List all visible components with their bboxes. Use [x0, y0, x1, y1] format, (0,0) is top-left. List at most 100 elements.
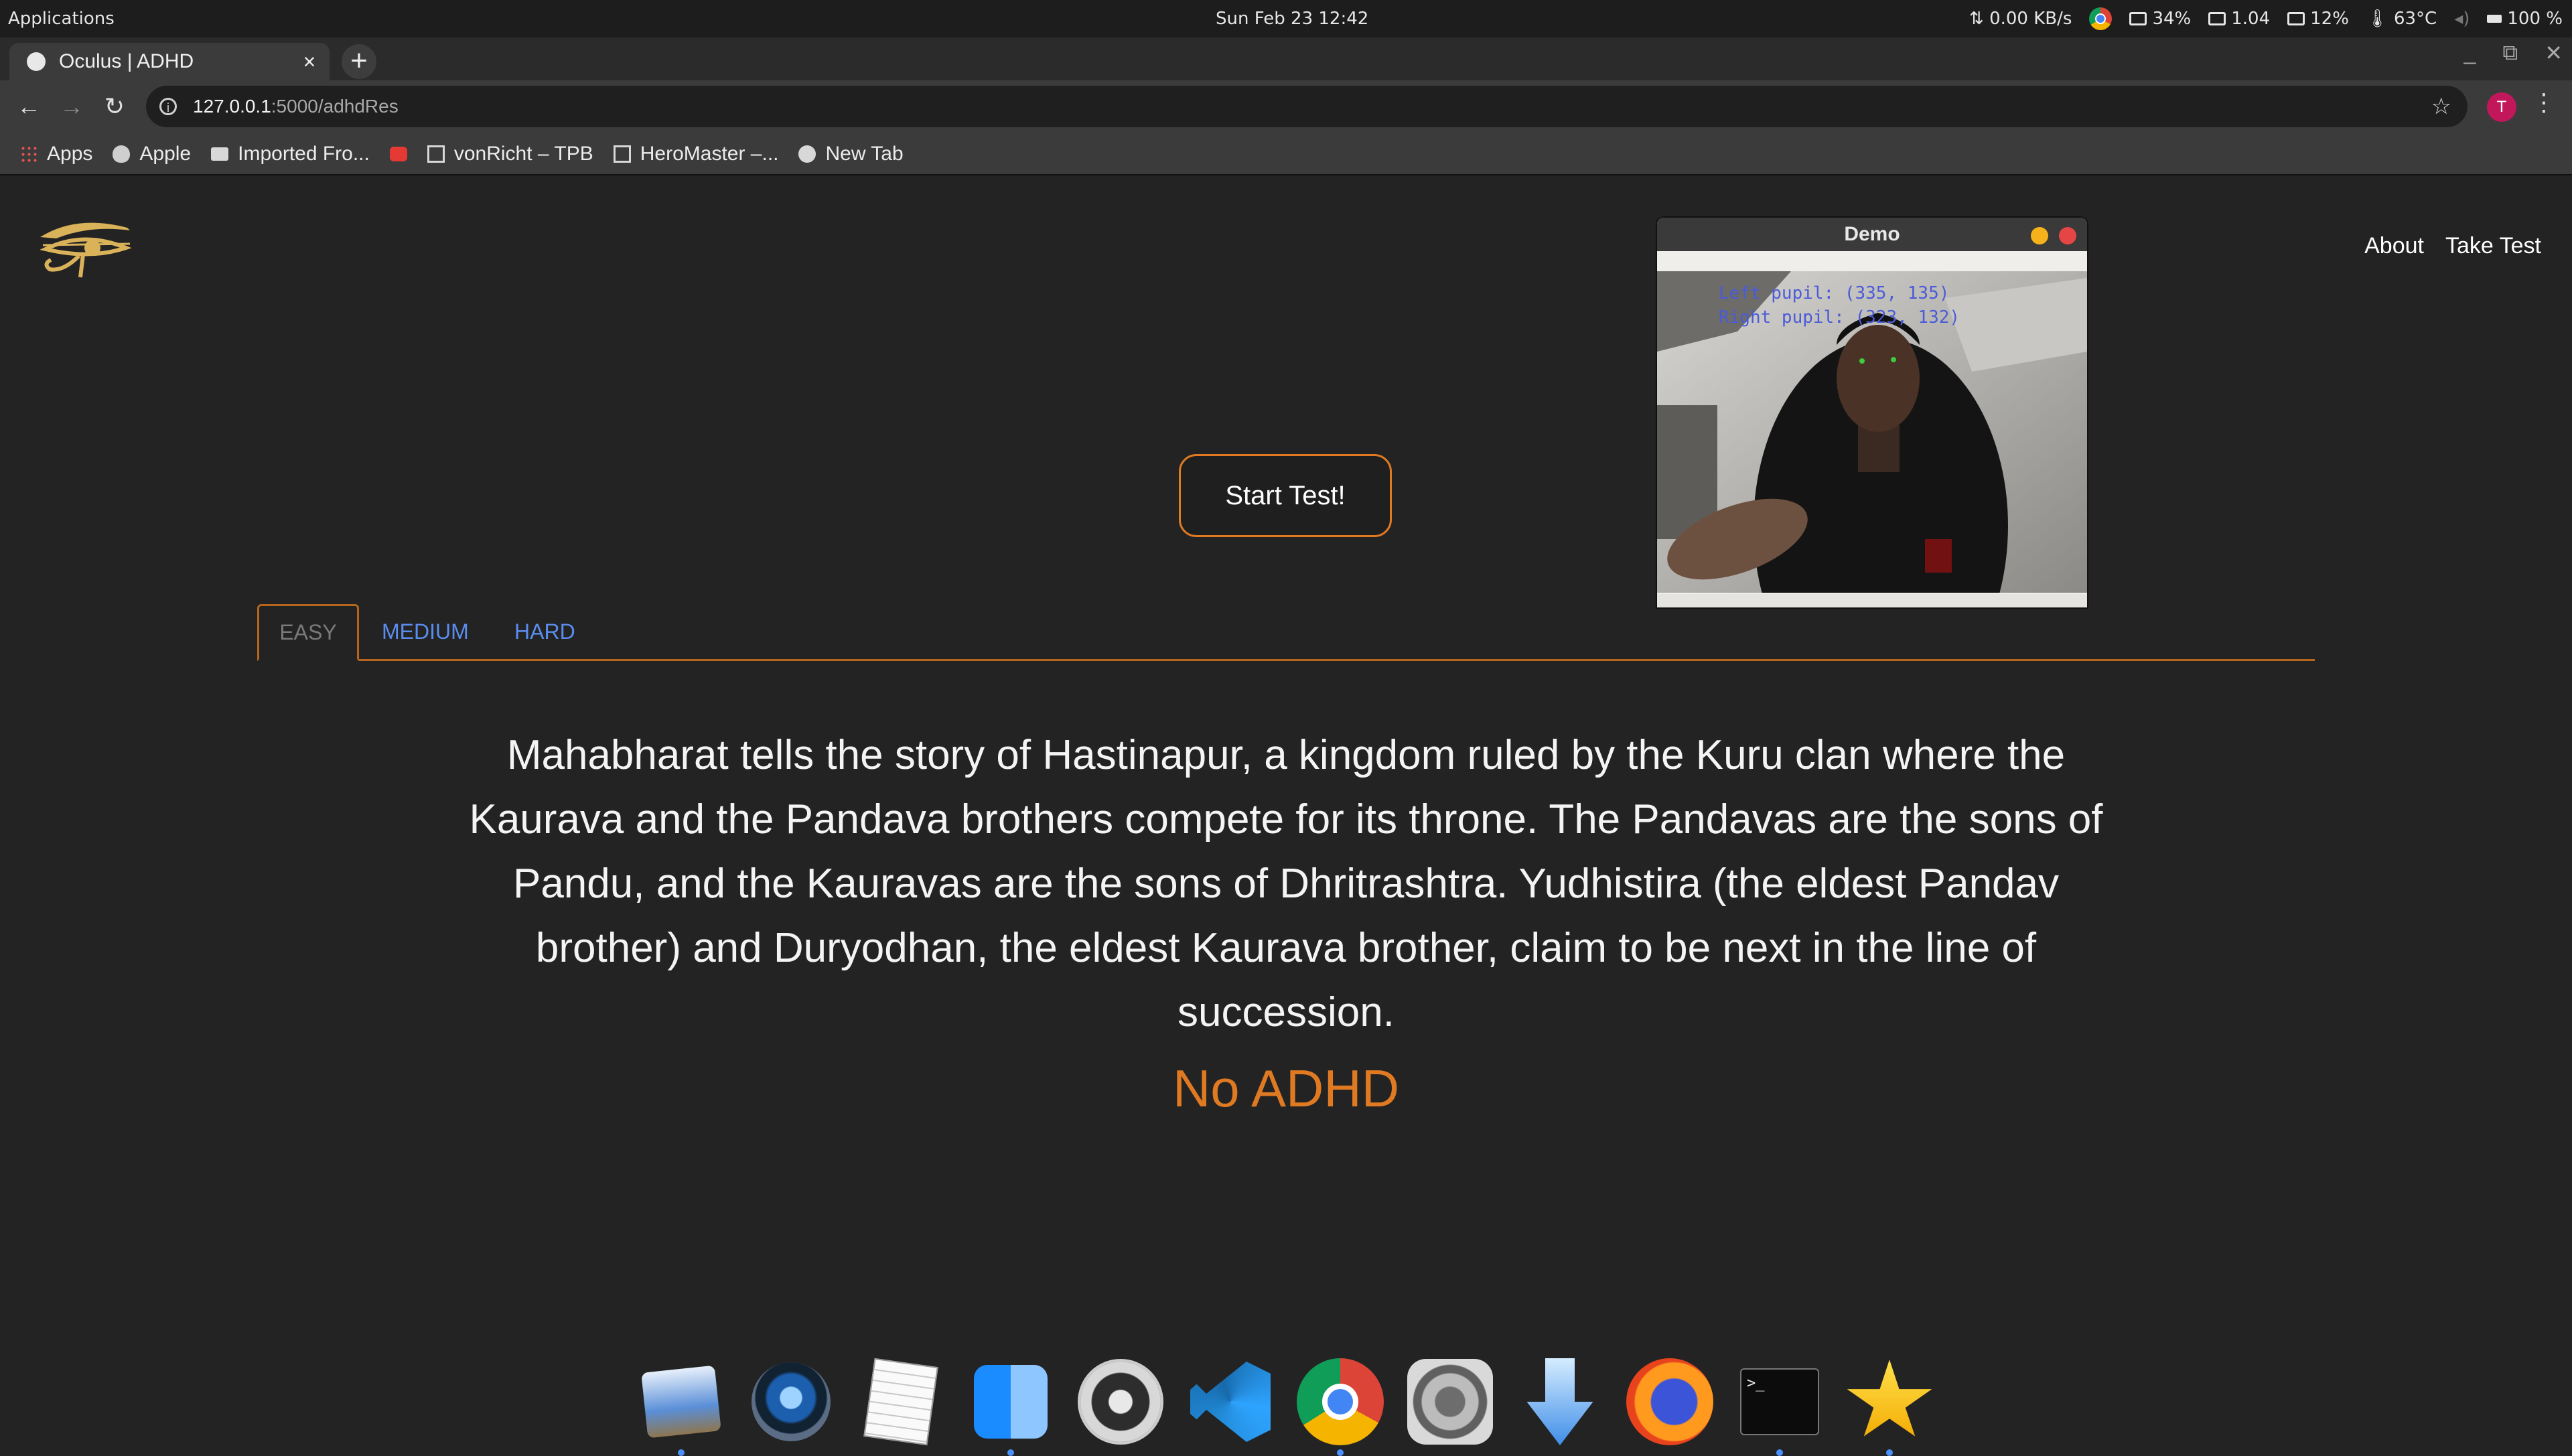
- running-indicator: [1776, 1449, 1783, 1456]
- youtube-icon: [389, 147, 407, 161]
- system-preferences-icon[interactable]: [1405, 1357, 1495, 1447]
- demo-webcam-window[interactable]: Demo Left pupil: (335, 135) Right pupil:…: [1657, 218, 2087, 607]
- chrome-icon[interactable]: [1295, 1357, 1385, 1456]
- volume-icon[interactable]: ◂): [2454, 9, 2470, 29]
- system-stats: ⇅ 0.00 KB/s 34% 1.04 12% 🌡 63°C ◂) 100 %: [1969, 7, 2563, 30]
- demo-status-bar: [1657, 594, 2087, 607]
- page-icon: [613, 145, 631, 163]
- finder-icon[interactable]: [966, 1357, 1056, 1456]
- bookmark-label: New Tab: [825, 143, 904, 165]
- browser-toolbar: ← → ↻ i 127.0.0.1 :5000/adhdRes ☆ T ⋮: [0, 80, 2572, 134]
- minimize-window-icon[interactable]: _: [2464, 40, 2476, 66]
- running-indicator: [1007, 1449, 1014, 1456]
- globe-icon: [798, 145, 816, 163]
- globe-icon: [27, 52, 46, 71]
- battery-value: 100 %: [2507, 9, 2563, 29]
- bookmark-apps[interactable]: Apps: [20, 143, 92, 165]
- vscode-icon[interactable]: [1186, 1357, 1275, 1447]
- profile-avatar[interactable]: T: [2487, 92, 2516, 122]
- quicktime-icon[interactable]: [746, 1357, 836, 1447]
- apple-icon: [113, 145, 131, 163]
- demo-title: Demo: [1844, 223, 1900, 245]
- nav-take-test[interactable]: Take Test: [2445, 233, 2541, 259]
- memory-stat: 34%: [2129, 9, 2191, 29]
- cpu-icon: [2287, 12, 2305, 25]
- url-host: 127.0.0.1: [193, 96, 271, 117]
- monitor-icon: [2208, 12, 2226, 25]
- right-pupil-readout: Right pupil: (323, 132): [1719, 307, 1960, 327]
- apps-grid-icon: [20, 145, 38, 163]
- settings-gear-icon[interactable]: [1076, 1357, 1165, 1447]
- bookmark-label: vonRicht – TPB: [453, 143, 593, 165]
- bookmark-apple[interactable]: Apple: [113, 143, 191, 165]
- running-indicator: [1337, 1449, 1344, 1456]
- minimize-icon[interactable]: [2031, 227, 2048, 244]
- window-controls: _ ⧉ ✕: [2464, 40, 2563, 66]
- tab-easy[interactable]: EASY: [257, 604, 359, 661]
- left-pupil-readout: Left pupil: (335, 135): [1719, 283, 1950, 303]
- bookmarks-bar: Apps Apple Imported Fro... vonRicht – TP…: [0, 134, 2572, 175]
- address-bar[interactable]: i 127.0.0.1 :5000/adhdRes ☆: [146, 86, 2468, 127]
- back-arrow-icon[interactable]: ←: [13, 91, 44, 122]
- load-stat: 1.04: [2208, 9, 2270, 29]
- page-icon: [427, 145, 445, 163]
- clock[interactable]: Sun Feb 23 12:42: [1216, 9, 1368, 29]
- load-value: 1.04: [2231, 9, 2271, 29]
- browser-tab-active[interactable]: Oculus | ADHD ×: [9, 43, 330, 80]
- new-tab-button[interactable]: +: [342, 44, 376, 79]
- eye-of-horus-logo-icon[interactable]: [36, 210, 137, 284]
- memory-icon: [2129, 12, 2147, 25]
- url-path: :5000/adhdRes: [271, 96, 399, 117]
- start-test-button[interactable]: Start Test!: [1179, 454, 1392, 537]
- difficulty-tabs: EASY MEDIUM HARD: [257, 604, 2315, 661]
- firefox-icon[interactable]: [1625, 1357, 1715, 1447]
- close-window-icon[interactable]: ✕: [2545, 40, 2563, 66]
- tab-medium[interactable]: MEDIUM: [382, 604, 469, 659]
- bookmark-new-tab[interactable]: New Tab: [798, 143, 904, 165]
- network-speed: ⇅ 0.00 KB/s: [1969, 9, 2072, 29]
- test-result: No ADHD: [1172, 1059, 1400, 1118]
- textedit-icon[interactable]: [856, 1357, 946, 1447]
- downloads-icon[interactable]: [1515, 1357, 1605, 1447]
- terminal-prompt: >_: [1740, 1368, 1819, 1435]
- nav-about[interactable]: About: [2364, 233, 2424, 259]
- running-indicator: [678, 1449, 685, 1456]
- chrome-tray-icon[interactable]: [2089, 7, 2113, 30]
- bookmark-imported-folder[interactable]: Imported Fro...: [211, 143, 370, 165]
- top-navigation: About Take Test: [2364, 233, 2541, 259]
- favorites-star-icon[interactable]: [1845, 1357, 1934, 1456]
- bookmark-star-icon[interactable]: ☆: [2431, 93, 2451, 120]
- battery-stat[interactable]: 100 %: [2487, 9, 2563, 29]
- bookmark-label: Apple: [139, 143, 192, 165]
- running-indicator: [1886, 1449, 1893, 1456]
- battery-icon: [2487, 15, 2502, 23]
- temperature-stat: 🌡 63°C: [2366, 9, 2437, 29]
- tab-hard[interactable]: HARD: [514, 604, 575, 659]
- folder-icon: [211, 147, 229, 161]
- bookmark-label: Apps: [47, 143, 93, 165]
- bookmark-heromaster[interactable]: HeroMaster –...: [613, 143, 779, 165]
- memory-value: 34%: [2152, 9, 2192, 29]
- application-dock: >_: [636, 1338, 1934, 1456]
- demo-title-bar[interactable]: Demo: [1657, 218, 2087, 251]
- web-page: About Take Test Start Test! EASY MEDIUM …: [0, 175, 2572, 1447]
- maximize-window-icon[interactable]: ⧉: [2502, 40, 2518, 66]
- applications-menu[interactable]: Applications: [8, 9, 115, 29]
- bookmark-label: Imported Fro...: [238, 143, 370, 165]
- close-icon[interactable]: [2059, 227, 2076, 244]
- bookmark-label: HeroMaster –...: [640, 143, 779, 165]
- site-info-icon[interactable]: i: [159, 98, 177, 115]
- bookmark-vonricht[interactable]: vonRicht – TPB: [427, 143, 593, 165]
- bookmark-youtube[interactable]: [389, 147, 407, 161]
- terminal-icon[interactable]: >_: [1735, 1357, 1825, 1456]
- close-tab-icon[interactable]: ×: [296, 50, 323, 74]
- browser-tab-strip: Oculus | ADHD ×: [0, 38, 2572, 80]
- temperature-value: 63°C: [2393, 9, 2437, 29]
- reload-icon[interactable]: ↻: [99, 91, 130, 122]
- browser-menu-icon[interactable]: ⋮: [2532, 88, 2556, 117]
- forward-arrow-icon[interactable]: →: [56, 91, 87, 122]
- os-top-bar: Applications Sun Feb 23 12:42 ⇅ 0.00 KB/…: [0, 0, 2572, 38]
- photos-icon[interactable]: [636, 1357, 726, 1456]
- reading-passage: Mahabharat tells the story of Hastinapur…: [469, 732, 2103, 1035]
- cpu-stat: 12%: [2287, 9, 2349, 29]
